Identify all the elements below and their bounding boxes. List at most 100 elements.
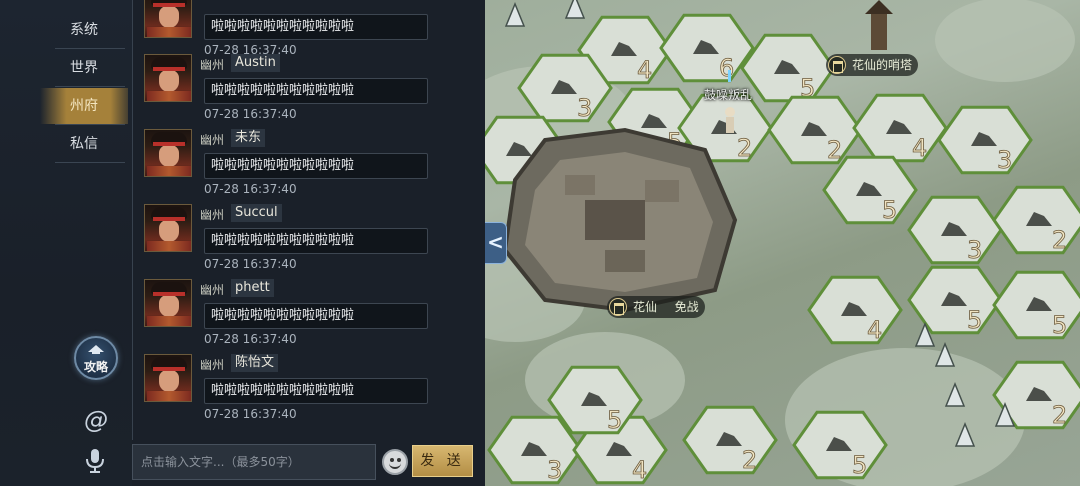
- tab-divider: [55, 124, 125, 125]
- tile-level: 5: [882, 196, 897, 224]
- rebel-unit[interactable]: [725, 107, 735, 133]
- avatar-headband: [153, 292, 185, 296]
- tile-level: 4: [637, 56, 652, 84]
- avatar-headband: [153, 142, 185, 146]
- message-text: 啦啦啦啦啦啦啦啦啦啦啦: [204, 378, 428, 404]
- sender-name[interactable]: Austin: [231, 54, 280, 72]
- tile-level: 3: [997, 146, 1012, 174]
- world-map[interactable]: 4653252243532455342552 鼓噪叛乱 花仙的哨塔 花仙 免战 …: [485, 0, 1080, 486]
- sender-name[interactable]: 陈怡文: [231, 354, 279, 372]
- chat-channel-rail: 系统 世界 州府 私信 攻略 @: [0, 0, 132, 486]
- microphone-icon[interactable]: [84, 448, 106, 474]
- avatar[interactable]: [144, 0, 192, 38]
- hex-map-layer: 4653252243532455342552: [485, 0, 1080, 486]
- tile-level: 5: [852, 451, 867, 479]
- message-text: 啦啦啦啦啦啦啦啦啦啦啦: [204, 228, 428, 254]
- map-tile[interactable]: 2: [992, 185, 1080, 254]
- map-tile[interactable]: 4: [807, 275, 903, 344]
- map-tile[interactable]: 3: [937, 105, 1033, 174]
- map-tile[interactable]: 2: [767, 95, 863, 164]
- chat-input[interactable]: [132, 444, 376, 480]
- tile-level: 5: [607, 406, 622, 434]
- tab-world[interactable]: 世界: [40, 50, 128, 86]
- snowy-tree: [564, 0, 586, 19]
- tile-level: 4: [867, 316, 882, 344]
- sender-region: 幽州: [200, 58, 225, 72]
- tile-level: 6: [719, 54, 734, 82]
- map-tile[interactable]: 5: [992, 270, 1080, 339]
- city-owner-name: 花仙: [633, 300, 658, 314]
- chat-message: 啦啦啦啦啦啦啦啦啦啦啦 07-28 16:37:40: [144, 0, 474, 62]
- chat-message-list[interactable]: 啦啦啦啦啦啦啦啦啦啦啦 07-28 16:37:40 幽州 Austin 啦啦啦啦啦啦啦…: [132, 0, 485, 486]
- map-tile[interactable]: 5: [907, 265, 1003, 334]
- chat-input-bar: 发 送: [132, 440, 485, 486]
- tab-prefecture[interactable]: 州府: [40, 88, 128, 124]
- city-label[interactable]: 花仙 免战: [607, 296, 705, 318]
- avatar[interactable]: [144, 204, 192, 252]
- avatar-armor: [147, 91, 191, 101]
- avatar-face: [159, 220, 179, 242]
- map-tile[interactable]: 3: [907, 195, 1003, 264]
- mention-icon[interactable]: @: [82, 406, 110, 434]
- tile-level: 4: [912, 134, 927, 162]
- avatar-headband: [153, 67, 185, 71]
- tab-divider: [55, 86, 125, 87]
- chat-message: 幽州 陈怡文 啦啦啦啦啦啦啦啦啦啦啦 07-28 16:37:40: [144, 354, 474, 426]
- avatar-armor: [147, 316, 191, 326]
- sender-name[interactable]: phett: [231, 279, 274, 297]
- tile-level: 2: [1052, 401, 1067, 429]
- sender-name[interactable]: 未东: [231, 129, 266, 147]
- tower-icon: [828, 56, 846, 74]
- avatar[interactable]: [144, 129, 192, 177]
- collapse-chat-button[interactable]: <: [485, 222, 507, 264]
- terrain-patch: [935, 0, 1075, 82]
- rebel-army-label[interactable]: 鼓噪叛乱: [704, 86, 752, 103]
- map-tile[interactable]: 2: [682, 405, 778, 474]
- message-timestamp: 07-28 16:37:40: [204, 407, 297, 421]
- pavilion-icon: [88, 345, 104, 354]
- city-icon: [609, 298, 627, 316]
- tab-divider: [55, 162, 125, 163]
- avatar[interactable]: [144, 54, 192, 102]
- avatar-face: [159, 295, 179, 317]
- tile-level: 2: [1052, 226, 1067, 254]
- sender-region: 幽州: [200, 283, 225, 297]
- avatar-armor: [147, 27, 191, 37]
- tab-private[interactable]: 私信: [40, 126, 128, 162]
- avatar-armor: [147, 391, 191, 401]
- avatar[interactable]: [144, 354, 192, 402]
- avatar-armor: [147, 166, 191, 176]
- avatar-headband: [153, 3, 185, 7]
- avatar-face: [159, 6, 179, 28]
- tile-level: 3: [547, 456, 562, 484]
- guide-button[interactable]: 攻略: [74, 336, 118, 380]
- tile-level: 2: [742, 446, 757, 474]
- chat-message: 幽州 phett 啦啦啦啦啦啦啦啦啦啦啦 07-28 16:37:40: [144, 279, 474, 351]
- tile-level: 5: [967, 306, 982, 334]
- guide-label: 攻略: [83, 360, 108, 374]
- send-button[interactable]: 发 送: [412, 445, 473, 477]
- map-tile[interactable]: 4: [852, 93, 948, 162]
- emoji-button[interactable]: [382, 449, 408, 475]
- map-tile[interactable]: 5: [740, 33, 836, 102]
- tile-level: 5: [1052, 311, 1067, 339]
- panel-divider: [132, 0, 133, 440]
- emoji-eye: [390, 458, 394, 462]
- walled-city[interactable]: [502, 127, 738, 313]
- tab-system[interactable]: 系统: [40, 12, 128, 48]
- avatar-armor: [147, 241, 191, 251]
- watchtower[interactable]: [865, 0, 893, 50]
- tile-level: 3: [967, 236, 982, 264]
- tile-level: 2: [737, 134, 752, 162]
- sender-name[interactable]: Succul: [231, 204, 282, 222]
- watchtower-label[interactable]: 花仙的哨塔: [826, 54, 919, 76]
- map-tile[interactable]: 6: [659, 13, 755, 82]
- message-timestamp: 07-28 16:37:40: [204, 257, 297, 271]
- map-tile[interactable]: 5: [822, 155, 918, 224]
- tile-level: 4: [632, 456, 647, 484]
- rebel-health-bar: [728, 70, 731, 82]
- avatar[interactable]: [144, 279, 192, 327]
- chat-message: 幽州 未东 啦啦啦啦啦啦啦啦啦啦啦 07-28 16:37:40: [144, 129, 474, 201]
- avatar-face: [159, 70, 179, 92]
- tile-level: 3: [577, 94, 592, 122]
